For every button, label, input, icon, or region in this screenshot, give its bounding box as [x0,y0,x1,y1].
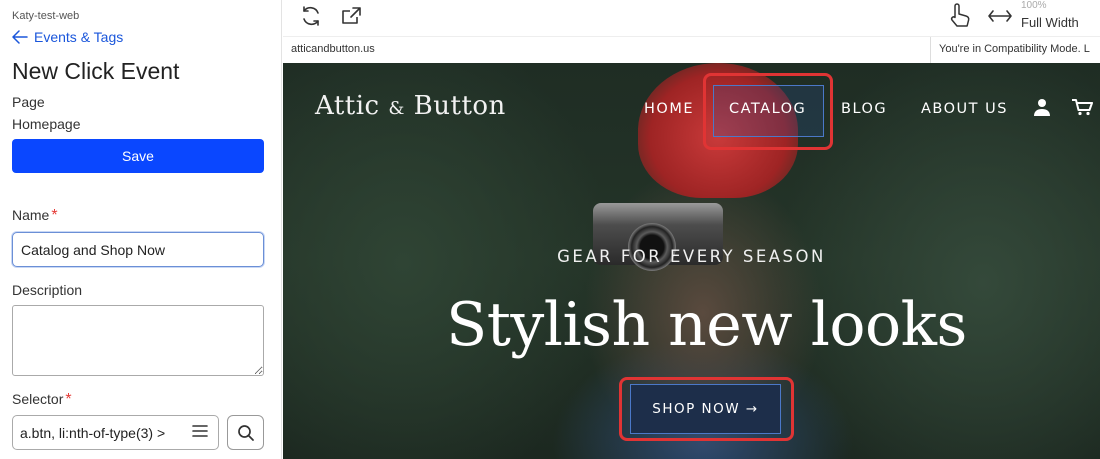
logo-ampersand: & [388,98,405,119]
selector-label: Selector * [12,391,72,409]
width-mode-label[interactable]: Full Width [1021,15,1079,30]
page-value: Homepage [12,116,81,132]
back-link-label: Events & Tags [34,29,124,45]
search-icon [237,424,254,441]
nav-blog[interactable]: BLOG [841,101,887,117]
arrow-left-icon [12,30,28,44]
shop-now-highlight [619,377,794,441]
logo-word-right: Button [413,91,506,121]
menu-icon[interactable] [192,424,208,438]
description-label: Description [12,282,83,298]
name-label: Name * [12,207,58,225]
page-url: atticandbutton.us [291,43,375,55]
logo-word-left: Attic [315,91,380,121]
nav-home[interactable]: HOME [644,101,694,117]
catalog-highlight [703,73,833,150]
url-bar: atticandbutton.us You're in Compatibilit… [283,36,1100,64]
page-label: Page [12,94,45,110]
selector-picker-button[interactable] [227,415,264,450]
site-logo[interactable]: Attic & Button [315,91,506,121]
cart-icon[interactable] [1071,98,1093,116]
compatibility-notice: You're in Compatibility Mode. L [930,37,1100,64]
website-preview[interactable]: Attic & Button HOME CATALOG BLOG ABOUT U… [283,63,1100,459]
required-marker: * [51,207,58,224]
zoom-level: 100% [1021,0,1047,11]
hero-eyebrow: GEAR FOR EVERY SEASON [557,247,826,266]
selector-label-text: Selector [12,391,64,407]
required-marker: * [65,391,72,408]
save-button[interactable]: Save [12,139,264,173]
resize-horizontal-icon[interactable] [987,6,1013,26]
pointer-hand-icon[interactable] [946,2,972,30]
hero-headline: Stylish new looks [446,290,967,360]
name-input[interactable] [12,232,264,267]
open-external-icon[interactable] [340,4,364,28]
selector-input[interactable] [12,415,219,450]
name-label-text: Name [12,207,50,223]
preview-toolbar [283,0,1100,36]
workspace-name: Katy-test-web [12,10,80,22]
back-to-events-link[interactable]: Events & Tags [12,29,123,45]
page-title: New Click Event [12,58,180,84]
nav-about-us[interactable]: ABOUT US [921,101,1008,117]
description-textarea[interactable] [12,305,264,376]
user-icon[interactable] [1033,98,1051,116]
event-editor-panel: Katy-test-web Events & Tags New Click Ev… [0,0,282,459]
refresh-icon[interactable] [299,4,323,28]
